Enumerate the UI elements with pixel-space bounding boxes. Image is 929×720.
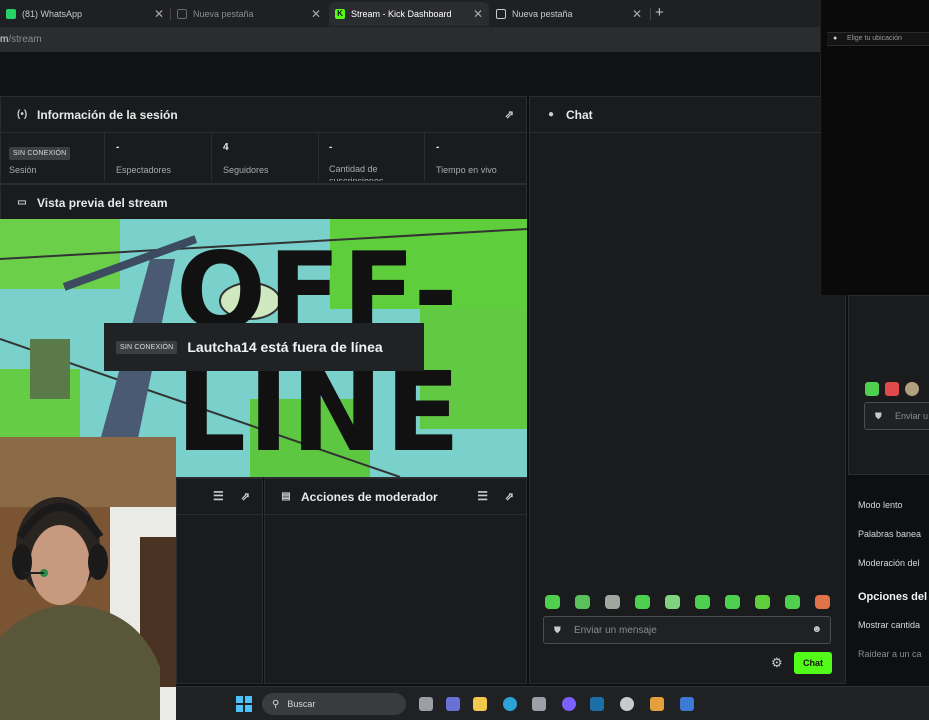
setting-moderation[interactable]: Moderación del <box>858 558 920 568</box>
document-icon: ▤ <box>281 490 291 502</box>
emote[interactable] <box>695 595 710 609</box>
webcam-overlay <box>0 437 176 720</box>
banner-text-line: LINE <box>176 348 463 476</box>
close-tab-icon[interactable]: ✕ <box>311 7 321 21</box>
moderator-title: Acciones de moderador <box>301 489 438 504</box>
header-band <box>0 52 929 96</box>
steam-icon[interactable] <box>590 697 604 711</box>
moderator-actions-panel: ▤ Acciones de moderador ☰ ⇗ <box>264 478 527 684</box>
chat-bubble-icon: ● <box>547 108 555 120</box>
tab-nueva-pestana-1[interactable]: Nueva pestaña ✕ <box>171 2 327 26</box>
stat-live-time: - Tiempo en vivo <box>436 142 497 175</box>
emote[interactable] <box>785 595 800 609</box>
session-info-panel: (•) Información de la sesión ⇗ SIN CONEX… <box>0 96 527 184</box>
emote[interactable] <box>665 595 680 609</box>
taskbar-search[interactable]: ⚲ Buscar <box>262 693 406 715</box>
emoji-icon[interactable]: ☻ <box>811 624 822 635</box>
broadcast-icon: (•) <box>17 108 28 120</box>
settings-gear-icon[interactable]: ⚙ <box>771 655 783 671</box>
emote <box>885 382 899 396</box>
tab-nueva-pestana-2[interactable]: Nueva pestaña ✕ <box>490 2 648 26</box>
tab-kick-dashboard[interactable]: K Stream - Kick Dashboard ✕ <box>329 2 489 26</box>
page-icon <box>177 9 187 19</box>
setting-banned-words[interactable]: Palabras banea <box>858 529 921 539</box>
send-chat-button[interactable]: Chat <box>794 652 832 674</box>
stat-followers: 4 Seguidores <box>215 133 319 181</box>
stat-viewers: - Espectadores <box>108 133 212 181</box>
whatsapp-icon <box>6 9 16 19</box>
webcam-person-image <box>0 437 176 720</box>
emote[interactable] <box>755 595 770 609</box>
close-tab-icon[interactable]: ✕ <box>154 7 164 21</box>
popout-icon[interactable]: ⇗ <box>241 490 250 503</box>
teams-icon[interactable] <box>446 697 460 711</box>
file-explorer-icon[interactable] <box>473 697 487 711</box>
edge-icon[interactable] <box>503 697 517 711</box>
emote <box>865 382 879 396</box>
new-tab-button[interactable]: + <box>655 4 664 21</box>
filter-icon[interactable]: ☰ <box>213 489 224 503</box>
emote[interactable] <box>575 595 590 609</box>
kick-icon: K <box>335 9 345 19</box>
discord-icon[interactable] <box>562 697 576 711</box>
shield-icon: ⛊ <box>554 625 561 635</box>
offline-badge: SIN CONEXIÓN <box>116 340 178 354</box>
offline-status-card: SIN CONEXIÓN Lautcha14 está fuera de lín… <box>104 323 424 371</box>
address-bar[interactable]: m/stream <box>0 28 929 52</box>
stat-subscriptions: - Cantidad de suscripciones <box>321 133 425 181</box>
preview-title: Vista previa del stream <box>37 195 168 210</box>
emote <box>905 382 919 396</box>
status-badge: SIN CONEXIÓN <box>9 147 71 160</box>
options-section-title: Opciones del <box>858 591 928 603</box>
overlay-popup: ● Elige tu ubicación <box>820 0 929 295</box>
emote[interactable] <box>725 595 740 609</box>
page-icon <box>496 9 506 19</box>
shield-app-icon[interactable] <box>680 697 694 711</box>
right-chat-preview: ⛊ Enviar u <box>848 295 929 475</box>
tab-whatsapp[interactable]: (81) WhatsApp ✕ <box>0 2 170 26</box>
app-icon[interactable] <box>620 697 634 711</box>
popout-icon[interactable]: ⇗ <box>505 490 514 503</box>
dot-icon: ● <box>833 35 838 42</box>
session-title: Información de la sesión <box>37 107 178 122</box>
offline-status-text: Lautcha14 está fuera de línea <box>187 339 383 355</box>
close-tab-icon[interactable]: ✕ <box>473 7 483 21</box>
search-icon: ⚲ <box>272 698 280 710</box>
chat-placeholder: Enviar un mensaje <box>574 625 657 636</box>
chat-input[interactable]: ⛊ Enviar un mensaje ☻ <box>543 616 831 644</box>
browser-tab-bar: (81) WhatsApp ✕ Nueva pestaña ✕ K Stream… <box>0 0 929 28</box>
store-icon[interactable] <box>532 697 546 711</box>
windows-start-icon[interactable] <box>236 696 252 712</box>
right-chat-input[interactable]: ⛊ Enviar u <box>864 402 929 430</box>
app-icon[interactable] <box>650 697 664 711</box>
setting-show-count[interactable]: Mostrar cantida <box>858 620 920 630</box>
activity-panel: ☰ ⇗ <box>176 478 263 684</box>
filter-icon[interactable]: ☰ <box>477 489 488 503</box>
emote[interactable] <box>815 595 830 609</box>
setting-slow-mode[interactable]: Modo lento <box>858 500 903 510</box>
task-view-icon[interactable] <box>419 697 433 711</box>
emote[interactable] <box>605 595 620 609</box>
shield-icon: ⛊ <box>875 411 882 421</box>
chat-title: Chat <box>566 107 593 122</box>
emote[interactable] <box>635 595 650 609</box>
popout-icon[interactable]: ⇗ <box>505 108 514 121</box>
stat-session: SIN CONEXIÓN Sesión <box>1 133 105 181</box>
close-tab-icon[interactable]: ✕ <box>632 7 642 21</box>
setting-raid[interactable]: Raidear a un ca <box>858 649 922 659</box>
monitor-icon: ▭ <box>17 196 27 208</box>
emote[interactable] <box>545 595 560 609</box>
